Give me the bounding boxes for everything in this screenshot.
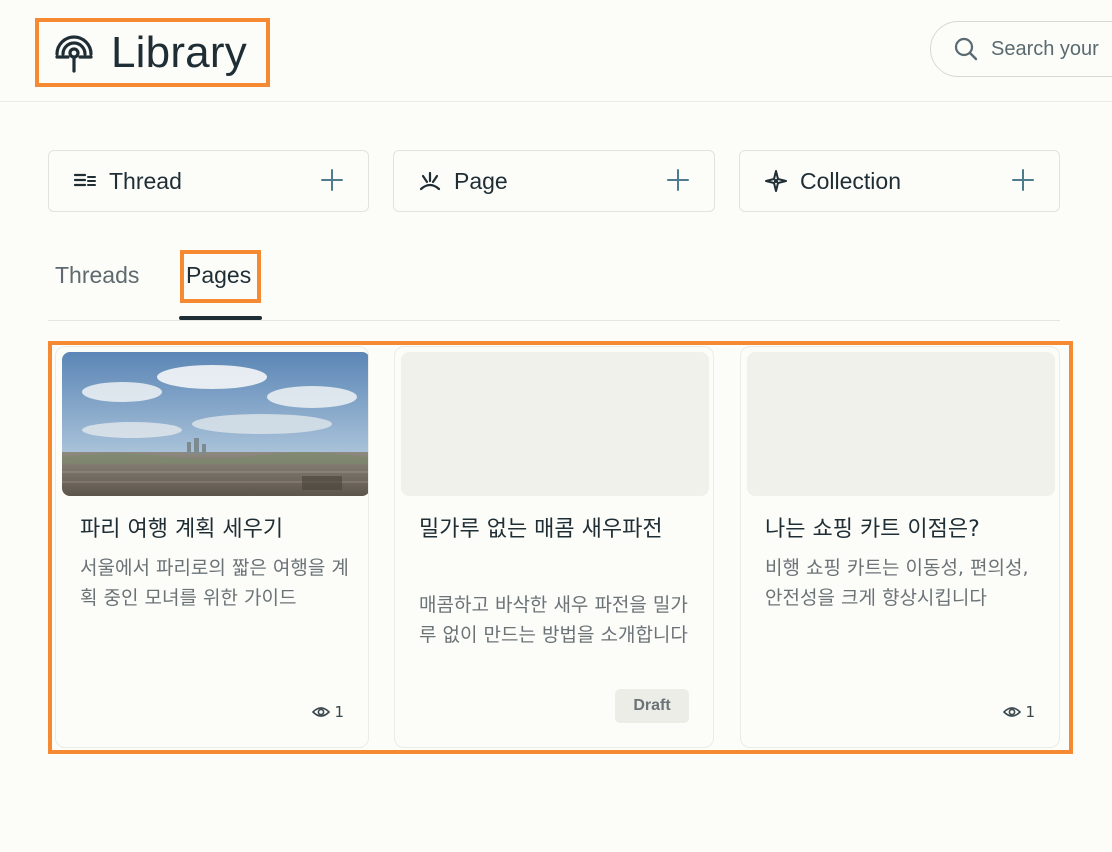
- plus-icon: [1012, 169, 1034, 191]
- new-page-button[interactable]: Page: [393, 150, 715, 212]
- page-card-paris[interactable]: 파리 여행 계획 세우기 서울에서 파리로의 짧은 여행을 계획 중인 모녀를 …: [55, 346, 369, 748]
- search-input[interactable]: [991, 37, 1112, 61]
- plus-icon: [667, 169, 689, 191]
- card-description: 매콤하고 바삭한 새우 파전을 밀가루 없이 만드는 방법을 소개합니다: [419, 594, 688, 646]
- tab-pages[interactable]: Pages: [186, 262, 251, 289]
- thread-icon: [73, 173, 96, 187]
- view-count-value: 1: [1025, 703, 1035, 721]
- eye-icon: [1003, 707, 1022, 717]
- new-thread-button[interactable]: Thread: [48, 150, 369, 212]
- page-title: Library: [111, 27, 247, 77]
- page-card-shopping-cart[interactable]: 나는 쇼핑 카트 이점은? 비행 쇼핑 카트는 이동성, 편의성, 안전성을 크…: [740, 346, 1060, 748]
- search-icon: [954, 37, 978, 61]
- view-count: 1: [312, 703, 344, 721]
- draft-badge: Draft: [615, 689, 689, 723]
- paris-skyline-image: [62, 352, 368, 496]
- plus-icon: [321, 169, 343, 191]
- card-description: 서울에서 파리로의 짧은 여행을 계획 중인 모녀를 위한 가이드: [80, 557, 349, 609]
- card-title: 밀가루 없는 매콤 새우파전: [419, 517, 663, 542]
- card-title: 나는 쇼핑 카트 이점은?: [765, 517, 980, 542]
- library-page: Library Thread Page: [0, 0, 1112, 852]
- card-thumbnail-placeholder: [401, 352, 709, 496]
- page-card-shrimp-pancake[interactable]: 밀가루 없는 매콤 새우파전 매콤하고 바삭한 새우 파전을 밀가루 없이 만드…: [394, 346, 714, 748]
- tabs-divider: [48, 320, 1060, 321]
- card-title: 파리 여행 계획 세우기: [80, 517, 284, 542]
- library-logo-icon: [55, 34, 93, 73]
- new-thread-label: Thread: [109, 167, 182, 194]
- new-collection-button[interactable]: Collection: [739, 150, 1060, 212]
- library-title-box: Library: [35, 18, 270, 87]
- header: Library: [0, 0, 1112, 102]
- card-thumbnail: [62, 352, 368, 496]
- card-description: 비행 쇼핑 카트는 이동성, 편의성, 안전성을 크게 향상시킵니다: [765, 557, 1029, 609]
- new-page-label: Page: [454, 167, 508, 194]
- view-count-value: 1: [334, 703, 344, 721]
- card-thumbnail-placeholder: [747, 352, 1055, 496]
- page-icon: [419, 171, 441, 191]
- collection-icon: [765, 170, 787, 192]
- search-box[interactable]: [930, 21, 1112, 77]
- view-count: 1: [1003, 703, 1035, 721]
- eye-icon: [312, 707, 331, 717]
- new-collection-label: Collection: [800, 167, 901, 194]
- tab-threads[interactable]: Threads: [55, 262, 139, 289]
